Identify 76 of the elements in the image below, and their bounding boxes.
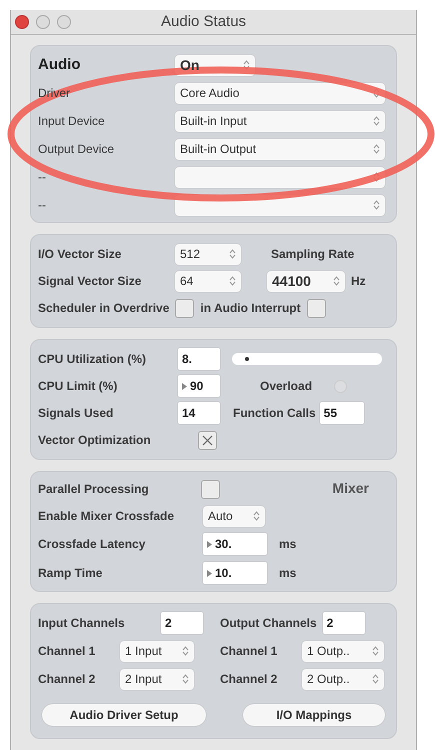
- label: Vector Optimization: [38, 432, 152, 449]
- label: Audio: [38, 54, 82, 75]
- number-box[interactable]: 2: [322, 612, 365, 634]
- stepper-icon: [253, 510, 260, 522]
- label: Ramp Time: [38, 565, 104, 582]
- label: Enable Mixer Crossfade: [38, 508, 176, 525]
- label: Channel 2: [220, 671, 278, 688]
- stepper-icon: [182, 645, 189, 657]
- label: ms: [279, 565, 296, 582]
- number-box[interactable]: 90: [178, 375, 220, 397]
- label: Channel 2: [38, 671, 96, 688]
- triangle-icon: [182, 382, 187, 390]
- number-box[interactable]: 10.: [203, 562, 267, 584]
- push-button[interactable]: Audio Driver Setup: [42, 704, 206, 726]
- popup-menu[interactable]: Auto: [203, 506, 265, 526]
- push-button[interactable]: I/O Mappings: [243, 704, 385, 726]
- label: ms: [279, 536, 296, 553]
- number-box[interactable]: 2: [161, 612, 203, 634]
- label: Crossfade Latency: [38, 536, 146, 553]
- label: Signal Vector Size: [38, 273, 142, 290]
- label: Scheduler in Overdrive: [38, 300, 170, 317]
- label: in Audio Interrupt: [200, 300, 301, 317]
- minimize-button[interactable]: [36, 15, 50, 29]
- zoom-button[interactable]: [57, 15, 71, 29]
- stepper-icon: [333, 275, 340, 287]
- popup-menu[interactable]: Built-in Input: [175, 110, 385, 132]
- label: Hz: [351, 273, 366, 290]
- popup-menu[interactable]: Built-in Output: [175, 138, 385, 160]
- popup-menu[interactable]: 1 Outp..: [302, 640, 384, 662]
- section-title: Mixer: [332, 479, 369, 498]
- checkbox[interactable]: [306, 298, 326, 318]
- label: Parallel Processing: [38, 481, 150, 498]
- popup-menu[interactable]: 2 Input: [120, 668, 194, 690]
- popup-menu[interactable]: 2 Outp..: [302, 668, 384, 690]
- label: Input Channels: [38, 615, 126, 632]
- popup-menu[interactable]: 64: [175, 270, 241, 292]
- number-box[interactable]: 8.: [178, 348, 220, 370]
- label: Sampling Rate: [271, 246, 354, 263]
- label: CPU Limit (%): [38, 378, 118, 395]
- number-box[interactable]: 55: [320, 402, 364, 424]
- stepper-icon: [373, 115, 380, 127]
- triangle-icon: [207, 540, 212, 548]
- stepper-icon: [229, 275, 236, 287]
- checkbox[interactable]: [201, 480, 220, 498]
- label: I/O Vector Size: [38, 246, 122, 263]
- label: Overload: [260, 378, 312, 395]
- label: Input Device: [38, 113, 106, 130]
- label: Function Calls: [233, 405, 316, 422]
- popup-menu[interactable]: [175, 166, 385, 188]
- stepper-icon: [373, 171, 380, 183]
- number-box[interactable]: 14: [178, 402, 220, 424]
- popup-menu[interactable]: Core Audio: [175, 82, 385, 104]
- triangle-icon: [207, 570, 212, 576]
- label: --: [38, 197, 47, 214]
- label: Signals Used: [38, 405, 114, 422]
- window-title: Audio Status: [161, 12, 246, 32]
- popup-menu[interactable]: 44100: [267, 270, 345, 292]
- checkbox[interactable]: [175, 298, 194, 318]
- stepper-icon: [373, 143, 380, 155]
- label: Output Device: [38, 141, 116, 158]
- stepper-icon: [373, 199, 380, 211]
- checkbox[interactable]: [198, 430, 217, 450]
- stepper-icon: [229, 248, 236, 260]
- label: --: [38, 169, 47, 186]
- close-button[interactable]: [15, 15, 29, 29]
- label: Channel 1: [220, 643, 278, 660]
- number-box[interactable]: 30.: [203, 533, 267, 555]
- label: Output Channels: [220, 615, 317, 632]
- label: CPU Utilization (%): [38, 351, 147, 368]
- stepper-icon: [372, 673, 379, 685]
- stepper-icon: [372, 645, 379, 657]
- popup-menu[interactable]: 512: [175, 244, 241, 264]
- popup-menu[interactable]: 1 Input: [120, 640, 194, 662]
- x-mark-icon: [202, 434, 213, 446]
- label: Channel 1: [38, 643, 96, 660]
- stepper-icon: [182, 673, 189, 685]
